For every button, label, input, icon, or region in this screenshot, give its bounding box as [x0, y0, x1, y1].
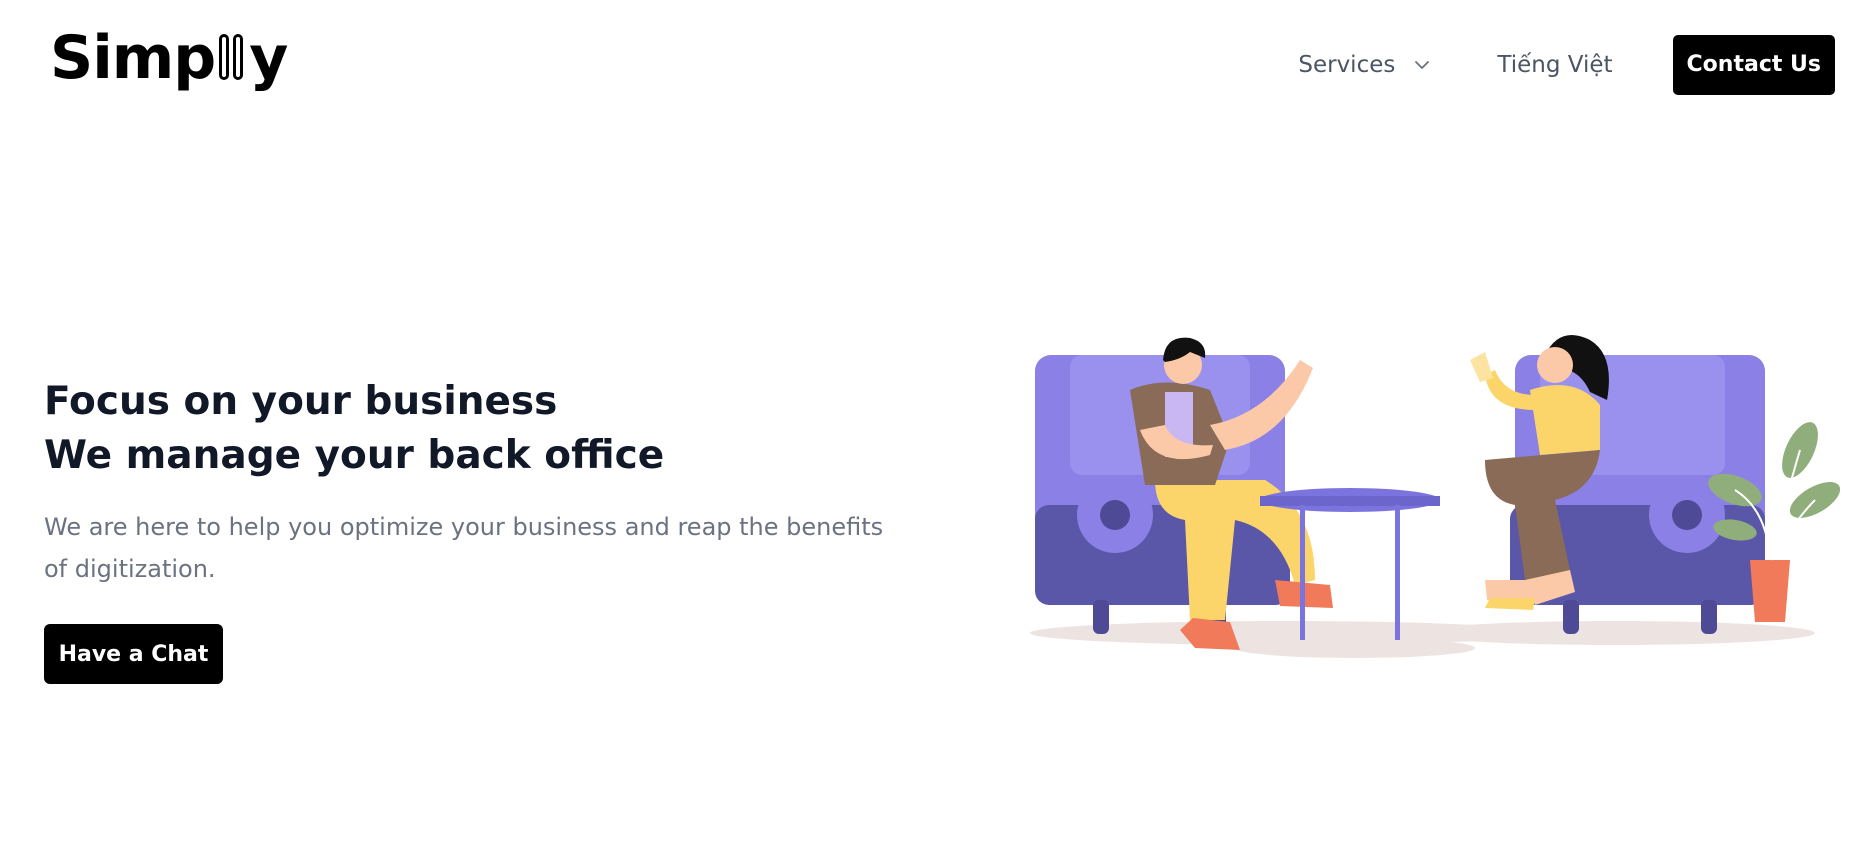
contact-us-button[interactable]: Contact Us [1672, 35, 1835, 95]
page: Simp y Services Tiếng Việt Contact Us Fo… [0, 0, 1853, 867]
nav-services-dropdown[interactable]: Services [1298, 52, 1431, 78]
logo[interactable]: Simp y [50, 23, 288, 93]
nav-language-label: Tiếng Việt [1497, 52, 1613, 78]
logo-text-end: y [249, 23, 288, 93]
have-a-chat-button[interactable]: Have a Chat [44, 624, 223, 684]
hero-title-line2: We manage your back office [44, 433, 665, 478]
nav-language-link[interactable]: Tiếng Việt [1497, 52, 1612, 78]
main-nav: Services Tiếng Việt Contact Us [1298, 35, 1835, 95]
meeting-illustration [1030, 335, 1841, 658]
nav-services-label: Services [1298, 52, 1396, 78]
logo-ll-mark [216, 34, 248, 84]
logo-text-start: Simp [50, 23, 216, 93]
hero-title: Focus on your business We manage your ba… [44, 375, 664, 483]
hero-title-line1: Focus on your business [44, 379, 558, 424]
hero-subtitle: We are here to help you optimize your bu… [44, 513, 884, 583]
chevron-down-icon [1415, 61, 1430, 69]
